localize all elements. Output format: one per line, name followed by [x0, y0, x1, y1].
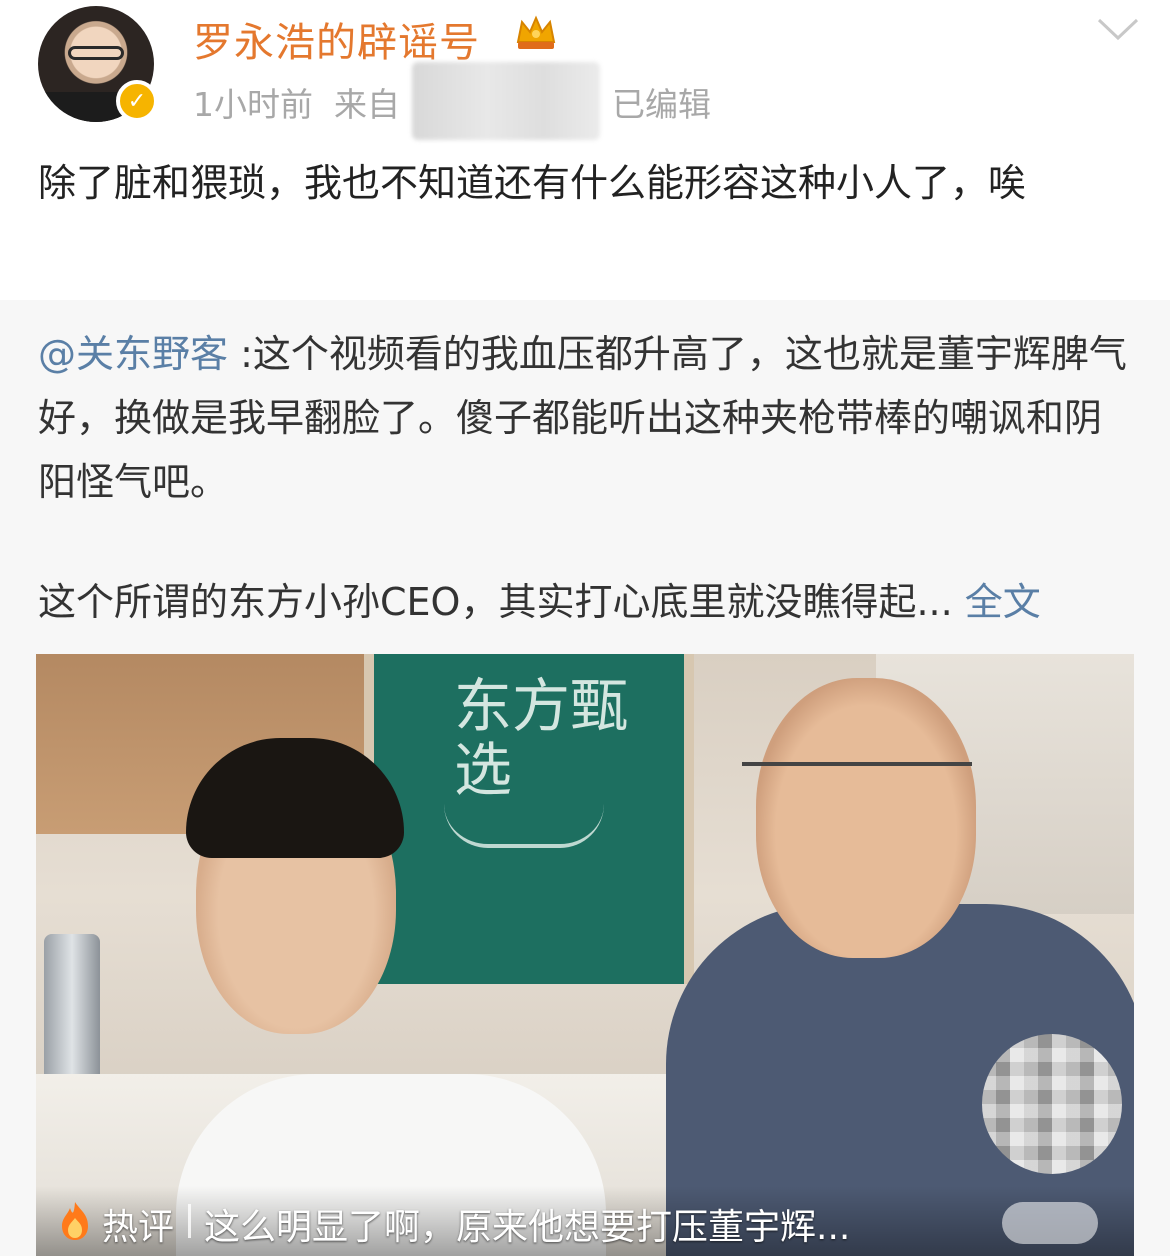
full-text-link[interactable]: 全文 — [965, 580, 1041, 624]
post-header: ✓ 罗永浩的辟谣号 1小时前 来自 已编辑 除了脏和猥琐，我也不知道还有什么能形… — [0, 0, 1170, 300]
crown-icon — [516, 15, 556, 49]
hot-comment-label: 热评 — [102, 1207, 175, 1248]
username[interactable]: 罗永浩的辟谣号 — [193, 10, 480, 68]
post-source-label: 来自 — [334, 85, 400, 124]
post-text: 除了脏和猥琐，我也不知道还有什么能形容这种小人了，唉 — [38, 161, 1027, 205]
person-right-glasses — [742, 762, 972, 796]
repost-card[interactable]: @关东野客 :这个视频看的我血压都升高了，这也就是董宇辉脾气好，换做是我早翻脸了… — [0, 300, 1170, 1256]
edited-label: 已编辑 — [612, 85, 711, 124]
repost-text: @关东野客 :这个视频看的我血压都升高了，这也就是董宇辉脾气好，换做是我早翻脸了… — [38, 322, 1138, 514]
video-thumbnail[interactable]: 东方甄选 热评 这么明显了啊，原来他想要打压董宇辉... — [36, 654, 1134, 1256]
repost-mention[interactable]: @关东野客 — [38, 332, 228, 376]
repost-summary-text: 这个所谓的东方小孙CEO，其实打心底里就没瞧得起... — [38, 580, 953, 624]
hot-comment-divider — [188, 1204, 191, 1238]
avatar-glasses — [68, 46, 124, 60]
redacted-source — [412, 62, 600, 140]
board-logo-text: 东方甄选 — [454, 672, 629, 804]
logo-board: 东方甄选 — [364, 654, 694, 984]
hot-comment-text: 这么明显了啊，原来他想要打压董宇辉... — [204, 1207, 851, 1248]
mosaic-blur — [982, 1034, 1122, 1174]
post-time: 1小时前 — [193, 85, 313, 124]
board-swirl — [444, 804, 604, 848]
repost-summary: 这个所谓的东方小孙CEO，其实打心底里就没瞧得起... 全文 — [38, 570, 1138, 634]
fire-icon — [62, 1202, 88, 1240]
person-right-head — [756, 678, 976, 958]
chevron-down-icon[interactable] — [1095, 14, 1141, 44]
hot-comment-bar[interactable]: 热评 这么明显了啊，原来他想要打压董宇辉... — [36, 1186, 1134, 1256]
verified-badge-icon: ✓ — [116, 80, 158, 122]
follow-button[interactable] — [1002, 1202, 1098, 1244]
